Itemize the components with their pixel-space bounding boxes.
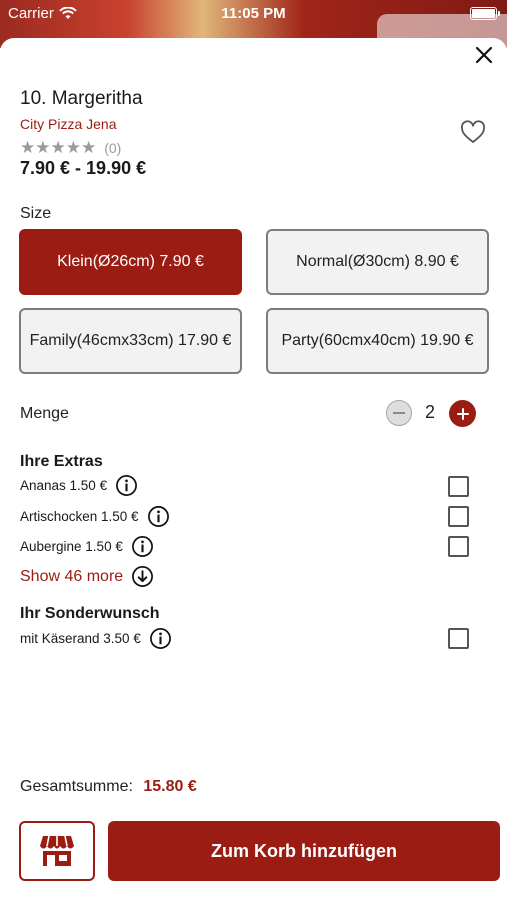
extra-checkbox-ananas[interactable] <box>448 476 469 497</box>
extra-checkbox-artischocken[interactable] <box>448 506 469 527</box>
size-option-family[interactable]: Family(46cmx33cm) 17.90 € <box>19 308 242 374</box>
star-icons: ★★★★★ <box>20 138 97 157</box>
info-icon[interactable] <box>149 627 172 650</box>
show-more-label: Show 46 more <box>20 567 124 585</box>
arrow-down-circle-icon <box>132 566 154 587</box>
extra-item: Artischocken 1.50 € <box>20 505 170 528</box>
special-request-title: Ihr Sonderwunsch <box>20 605 160 622</box>
rating-count: (0) <box>104 140 122 156</box>
total: Gesamtsumme: 15.80 € <box>20 778 197 796</box>
clock: 11:05 PM <box>221 5 286 22</box>
size-label: Size <box>20 205 52 222</box>
battery-tip <box>498 11 500 16</box>
extras-title: Ihre Extras <box>20 453 103 470</box>
extra-item: Ananas 1.50 € <box>20 474 138 497</box>
quantity-value: 2 <box>424 402 435 422</box>
restaurant-name[interactable]: City Pizza Jena <box>20 116 116 132</box>
price-range: 7.90 € - 19.90 € <box>20 158 147 178</box>
info-icon[interactable] <box>115 474 138 497</box>
status-bar: Carrier 11:05 PM <box>0 0 507 28</box>
special-checkbox-kaeserand[interactable] <box>448 628 469 649</box>
total-label: Gesamtsumme: <box>20 778 133 795</box>
size-option-party[interactable]: Party(60cmx40cm) 19.90 € <box>266 308 489 374</box>
extra-item: mit Käserand 3.50 € <box>20 627 172 650</box>
favorite-button[interactable] <box>459 118 487 146</box>
info-icon[interactable] <box>131 535 154 558</box>
show-more-link[interactable]: Show 46 more <box>20 565 154 588</box>
close-icon <box>475 46 493 64</box>
total-amount: 15.80 € <box>143 778 197 795</box>
rating: ★★★★★ (0) <box>20 138 121 158</box>
add-to-cart-button[interactable]: Zum Korb hinzufügen <box>108 821 500 881</box>
plus-icon <box>456 407 469 420</box>
close-button[interactable] <box>471 42 497 68</box>
quantity-label: Menge <box>20 405 69 422</box>
store-button[interactable] <box>19 821 95 881</box>
product-title: 10. Margeritha <box>20 88 143 109</box>
battery-icon <box>470 7 497 20</box>
info-icon[interactable] <box>147 505 170 528</box>
extra-item-label: mit Käserand 3.50 € <box>20 631 141 646</box>
size-option-normal[interactable]: Normal(Ø30cm) 8.90 € <box>266 229 489 295</box>
quantity-increase-button[interactable] <box>449 400 476 427</box>
extra-item-label: Aubergine 1.50 € <box>20 539 123 554</box>
size-option-klein[interactable]: Klein(Ø26cm) 7.90 € <box>19 229 242 295</box>
product-sheet: 10. Margeritha City Pizza Jena ★★★★★ (0)… <box>0 38 507 900</box>
extra-item-label: Artischocken 1.50 € <box>20 509 139 524</box>
extra-item-label: Ananas 1.50 € <box>20 478 108 493</box>
store-icon <box>40 835 74 866</box>
quantity-decrease-button[interactable] <box>386 400 412 426</box>
heart-icon <box>461 120 485 143</box>
extra-item: Aubergine 1.50 € <box>20 535 154 558</box>
extra-checkbox-aubergine[interactable] <box>448 536 469 557</box>
